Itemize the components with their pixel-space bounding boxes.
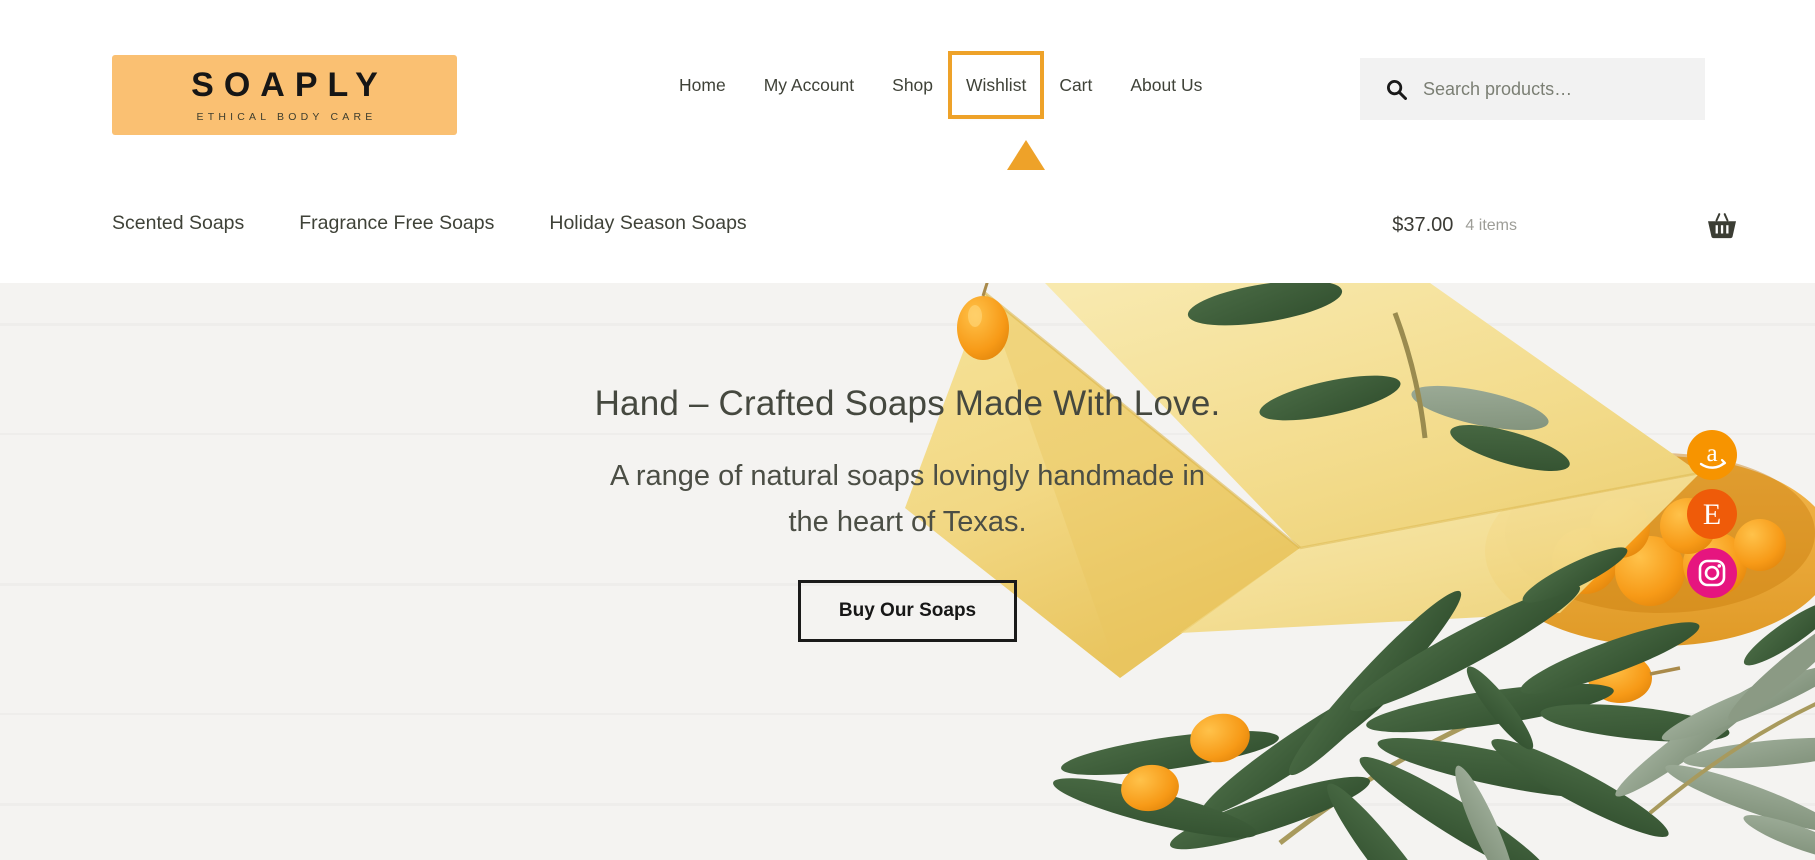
- social-link-amazon[interactable]: a: [1687, 430, 1737, 480]
- social-link-instagram[interactable]: [1687, 548, 1737, 598]
- site-header: SOAPLY ETHICAL BODY CARE Home My Account…: [0, 0, 1815, 236]
- cart-total: $37.00: [1392, 214, 1454, 236]
- search-icon: [1387, 79, 1407, 100]
- etsy-icon: E: [1703, 498, 1721, 531]
- social-link-etsy[interactable]: E: [1687, 489, 1737, 539]
- primary-navigation: Home My Account Shop Wishlist Cart About…: [660, 51, 1221, 119]
- svg-text:a: a: [1706, 440, 1717, 467]
- buy-our-soaps-button[interactable]: Buy Our Soaps: [797, 579, 1018, 642]
- svg-text:E: E: [1703, 498, 1721, 531]
- cart-item-count: 4 items: [1465, 216, 1517, 234]
- search-placeholder-text: Search products…: [1423, 78, 1573, 99]
- shopping-basket-icon[interactable]: [1707, 212, 1737, 239]
- logo-wordmark: SOAPLY: [191, 65, 388, 104]
- nav-item-my-account[interactable]: My Account: [745, 62, 873, 108]
- instagram-icon: [1698, 559, 1726, 587]
- hero-background-image: [0, 283, 1815, 860]
- social-links: a E: [1687, 430, 1737, 598]
- category-bar: Scented Soaps Fragrance Free Soaps Holid…: [0, 170, 1815, 283]
- nav-item-cart[interactable]: Cart: [1040, 62, 1111, 108]
- category-item-fragrance-free-soaps[interactable]: Fragrance Free Soaps: [299, 212, 494, 235]
- nav-item-home[interactable]: Home: [660, 62, 745, 108]
- nav-item-about-us[interactable]: About Us: [1111, 62, 1221, 108]
- hero-section: Hand – Crafted Soaps Made With Love. A r…: [0, 283, 1815, 860]
- category-item-scented-soaps[interactable]: Scented Soaps: [112, 212, 244, 235]
- search-input[interactable]: Search products…: [1360, 58, 1705, 120]
- nav-item-wishlist[interactable]: Wishlist: [948, 51, 1045, 119]
- category-navigation: Scented Soaps Fragrance Free Soaps Holid…: [112, 212, 802, 235]
- cart-summary[interactable]: $37.00 4 items: [1392, 212, 1737, 239]
- logo-tagline: ETHICAL BODY CARE: [196, 110, 377, 123]
- amazon-icon: a: [1699, 440, 1727, 469]
- category-item-holiday-season-soaps[interactable]: Holiday Season Soaps: [549, 212, 746, 235]
- site-logo[interactable]: SOAPLY ETHICAL BODY CARE: [112, 55, 457, 135]
- nav-item-shop[interactable]: Shop: [873, 62, 952, 108]
- page-root: SOAPLY ETHICAL BODY CARE Home My Account…: [0, 0, 1815, 860]
